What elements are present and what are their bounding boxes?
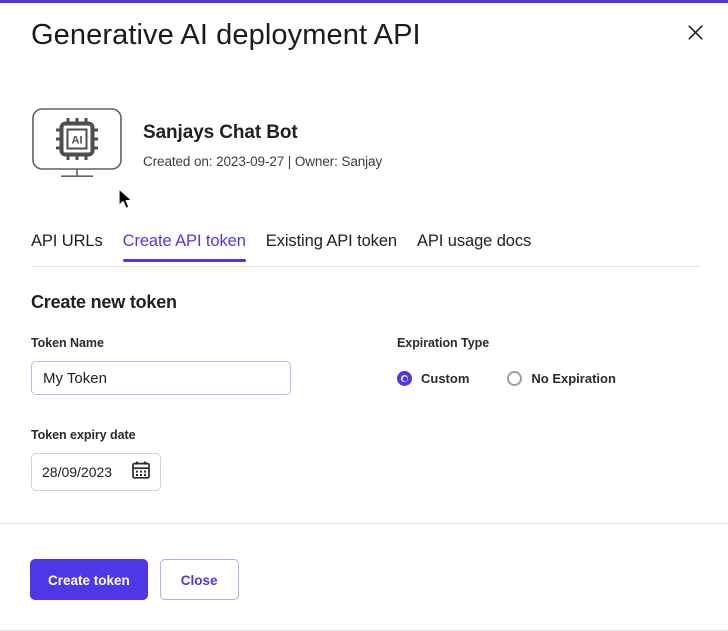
tab-bar: API URLs Create API token Existing API t… xyxy=(31,232,700,267)
radio-label-no-expiration: No Expiration xyxy=(531,371,616,386)
radio-option-no-expiration[interactable]: No Expiration xyxy=(507,371,616,386)
ai-monitor-icon: AI xyxy=(31,108,123,178)
close-modal-button[interactable]: Close xyxy=(159,559,239,600)
token-expiry-date-group: Token expiry date 28/09/2023 xyxy=(31,428,161,491)
tab-api-urls[interactable]: API URLs xyxy=(31,232,103,262)
generative-ai-deployment-api-modal: Generative AI deployment API AI Sanjays … xyxy=(0,0,728,631)
footer-actions: Create token Close xyxy=(30,559,239,600)
close-button[interactable] xyxy=(682,19,708,45)
token-expiry-date-value: 28/09/2023 xyxy=(42,464,113,480)
token-name-field-group: Token Name xyxy=(31,336,291,395)
token-name-input[interactable] xyxy=(31,361,291,395)
page-title: Generative AI deployment API xyxy=(31,19,421,51)
modal-header: Generative AI deployment API xyxy=(0,3,728,83)
token-expiry-date-input[interactable]: 28/09/2023 xyxy=(31,453,161,491)
mouse-pointer-icon xyxy=(118,188,136,212)
radio-label-custom: Custom xyxy=(421,371,470,386)
radio-indicator-no-expiration xyxy=(507,371,523,386)
close-icon xyxy=(687,24,703,40)
app-subtitle: Created on: 2023-09-27 | Owner: Sanjay xyxy=(143,153,383,169)
tab-create-api-token[interactable]: Create API token xyxy=(122,232,246,262)
expiration-radio-row: Custom No Expiration xyxy=(397,371,616,386)
calendar-icon[interactable] xyxy=(132,461,150,484)
token-name-label: Token Name xyxy=(31,336,104,350)
expiration-type-label: Expiration Type xyxy=(397,336,490,350)
app-meta: Sanjays Chat Bot Created on: 2023-09-27 … xyxy=(143,108,382,169)
radio-option-custom[interactable]: Custom xyxy=(397,371,469,386)
section-title: Create new token xyxy=(31,292,177,312)
expiration-type-group: Expiration Type Custom No Expiration xyxy=(397,336,616,386)
svg-text:AI: AI xyxy=(72,134,83,146)
app-identity: AI Sanjays Chat Bot Created on: 2023-09-… xyxy=(31,108,382,178)
radio-indicator-custom xyxy=(397,371,412,386)
token-expiry-date-label: Token expiry date xyxy=(31,428,136,442)
app-name: Sanjays Chat Bot xyxy=(143,122,298,143)
tab-api-usage-docs[interactable]: API usage docs xyxy=(417,232,531,262)
footer-divider xyxy=(0,523,728,524)
create-token-button[interactable]: Create token xyxy=(30,559,148,600)
tab-existing-api-token[interactable]: Existing API token xyxy=(266,232,397,262)
